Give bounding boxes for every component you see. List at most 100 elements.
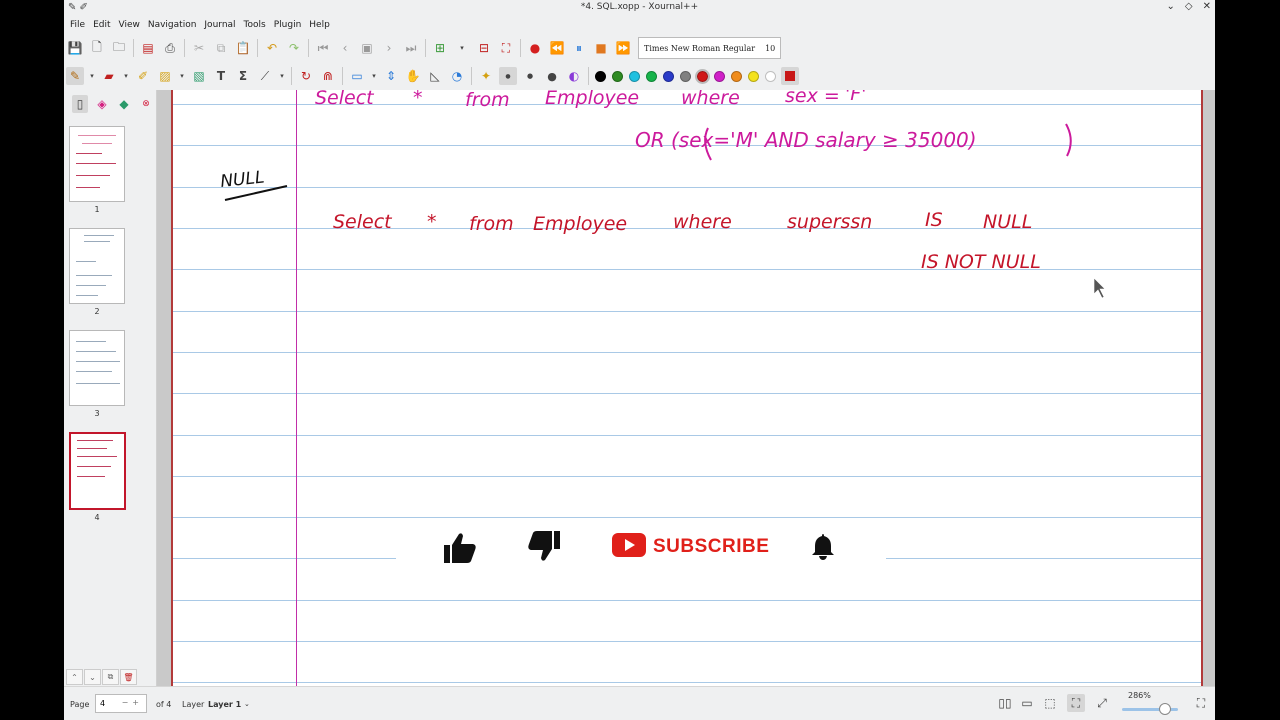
color-green-button[interactable] — [612, 70, 623, 82]
color-white-button[interactable] — [765, 70, 776, 82]
dropdown-arrow-icon[interactable]: ▾ — [122, 67, 130, 85]
rectangle-select-icon[interactable]: ▭ — [348, 67, 366, 85]
medium-stroke-icon[interactable]: ● — [521, 67, 539, 85]
undo-icon[interactable]: ↶ — [263, 39, 281, 57]
maximize-icon[interactable]: ◇ — [1185, 1, 1193, 12]
fine-stroke-icon[interactable]: ● — [499, 67, 517, 85]
default-tool-icon[interactable]: ✦ — [477, 67, 495, 85]
open-folder-icon[interactable]: 🗀 — [110, 39, 128, 57]
menu-edit[interactable]: Edit — [90, 17, 113, 34]
menu-help[interactable]: Help — [306, 17, 333, 34]
page-preview-tab-icon[interactable]: ▯ — [72, 95, 88, 113]
layer-selector[interactable]: Layer 1 — [208, 700, 241, 709]
color-magenta-button[interactable] — [714, 70, 725, 82]
color-black-button[interactable] — [595, 70, 606, 82]
fullscreen-toggle-icon[interactable]: ⛶ — [1192, 694, 1210, 712]
insert-page-icon[interactable]: ⊞ — [431, 39, 449, 57]
layers-tab-icon[interactable]: ◈ — [94, 95, 110, 113]
dropdown-arrow-icon[interactable]: ▾ — [88, 67, 96, 85]
thick-stroke-icon[interactable]: ● — [543, 67, 561, 85]
copy-page-icon[interactable]: ⧉ — [102, 669, 119, 685]
menu-tools[interactable]: Tools — [241, 17, 269, 34]
presentation-mode-icon[interactable]: ▭ — [1018, 694, 1036, 712]
delete-page-icon[interactable]: 🗑 — [120, 669, 137, 685]
zoom-slider-handle[interactable] — [1159, 703, 1171, 715]
color-yellow-button[interactable] — [748, 70, 759, 82]
close-sidebar-icon[interactable]: ⊗ — [138, 95, 154, 113]
line-tool-icon[interactable]: ⟋ — [256, 67, 274, 85]
page-spinner[interactable]: −+ — [122, 698, 143, 707]
dropdown-arrow-icon[interactable]: ▾ — [278, 67, 286, 85]
save-icon[interactable]: 💾 — [66, 39, 84, 57]
fullscreen-icon[interactable]: ⛶ — [497, 39, 515, 57]
export-pdf-icon[interactable]: ▤ — [139, 39, 157, 57]
pause-icon[interactable]: ⏸ — [570, 39, 588, 57]
compass-icon[interactable]: ◔ — [448, 67, 466, 85]
eraser-tool-icon[interactable]: ▰ — [100, 67, 118, 85]
pen-tool-icon[interactable]: ✎ — [66, 67, 84, 85]
chevron-down-icon[interactable]: ⌄ — [244, 700, 250, 708]
page-thumbnail-1[interactable]: 1 — [69, 126, 125, 214]
new-document-icon[interactable]: 🗋 — [88, 39, 106, 57]
image-tool-icon[interactable]: ▧ — [190, 67, 208, 85]
move-page-up-icon[interactable]: ⌃ — [66, 669, 83, 685]
dropdown-arrow-icon[interactable]: ▾ — [453, 39, 471, 57]
rewind-icon[interactable]: ⏪ — [548, 39, 566, 57]
vertical-space-icon[interactable]: ⇕ — [382, 67, 400, 85]
hand-tool-icon[interactable]: ✋ — [404, 67, 422, 85]
fit-width-icon[interactable]: ⛶ — [1067, 694, 1085, 712]
subscribe-button[interactable]: SUBSCRIBE — [653, 536, 769, 558]
color-gray-button[interactable] — [680, 70, 691, 82]
menu-journal[interactable]: Journal — [201, 17, 238, 34]
cut-icon[interactable]: ✂ — [190, 39, 208, 57]
dual-page-view-icon[interactable]: ▯▯ — [996, 694, 1014, 712]
canvas-scroll-area[interactable]: Select * from Employee where sex = 'F' O… — [157, 90, 1215, 686]
record-icon[interactable]: ● — [526, 39, 544, 57]
dropdown-arrow-icon[interactable]: ▾ — [178, 67, 186, 85]
move-page-down-icon[interactable]: ⌄ — [84, 669, 101, 685]
page-thumbnail-2[interactable]: 2 — [69, 228, 125, 316]
menu-file[interactable]: File — [67, 17, 88, 34]
highlighter-tool-icon[interactable]: ✐ — [134, 67, 152, 85]
color-cyan-button[interactable] — [629, 70, 640, 82]
latex-tool-icon[interactable]: Σ — [234, 67, 252, 85]
menu-navigation[interactable]: Navigation — [145, 17, 200, 34]
page-number-input[interactable]: 4 −+ — [95, 694, 147, 713]
menu-plugin[interactable]: Plugin — [271, 17, 305, 34]
last-page-icon[interactable]: ⏭ — [402, 39, 420, 57]
stop-icon[interactable]: ■ — [592, 39, 610, 57]
zoom-fit-icon[interactable]: ⤢ — [1093, 694, 1111, 712]
active-color-button[interactable] — [781, 67, 799, 85]
thumbs-down-icon[interactable] — [526, 529, 562, 563]
bell-icon[interactable] — [811, 532, 835, 560]
delete-page-icon[interactable]: ⊟ — [475, 39, 493, 57]
goto-page-icon[interactable]: ▣ — [358, 39, 376, 57]
layer-stack-icon[interactable]: ◆ — [116, 95, 132, 113]
copy-icon[interactable]: ⧉ — [212, 39, 230, 57]
fit-page-icon[interactable]: ⬚ — [1041, 694, 1059, 712]
color-blue-button[interactable] — [663, 70, 674, 82]
font-selector-button[interactable]: Times New Roman Regular 10 — [638, 37, 782, 59]
page-thumbnail-3[interactable]: 3 — [69, 330, 125, 418]
selection-tool-icon[interactable]: ▨ — [156, 67, 174, 85]
color-orange-button[interactable] — [731, 70, 742, 82]
previous-page-icon[interactable]: ‹ — [336, 39, 354, 57]
set-square-icon[interactable]: ◺ — [426, 67, 444, 85]
print-icon[interactable]: ⎙ — [161, 39, 179, 57]
color-red-button[interactable] — [695, 68, 710, 84]
close-icon[interactable]: ✕ — [1203, 1, 1211, 12]
dropdown-arrow-icon[interactable]: ▾ — [370, 67, 378, 85]
thumbs-up-icon[interactable] — [442, 531, 478, 565]
menu-view[interactable]: View — [116, 17, 143, 34]
color-light-green-button[interactable] — [646, 70, 657, 82]
paste-icon[interactable]: 📋 — [234, 39, 252, 57]
redo-icon[interactable]: ↷ — [285, 39, 303, 57]
page-thumbnail-4[interactable]: 4 — [69, 432, 126, 522]
notebook-page[interactable]: Select * from Employee where sex = 'F' O… — [171, 90, 1203, 686]
minimize-icon[interactable]: ⌄ — [1167, 1, 1175, 12]
fill-icon[interactable]: ◐ — [565, 67, 583, 85]
magnet-icon[interactable]: ⋒ — [319, 67, 337, 85]
first-page-icon[interactable]: ⏮ — [314, 39, 332, 57]
shape-recognizer-icon[interactable]: ↻ — [297, 67, 315, 85]
fast-forward-icon[interactable]: ⏩ — [614, 39, 632, 57]
